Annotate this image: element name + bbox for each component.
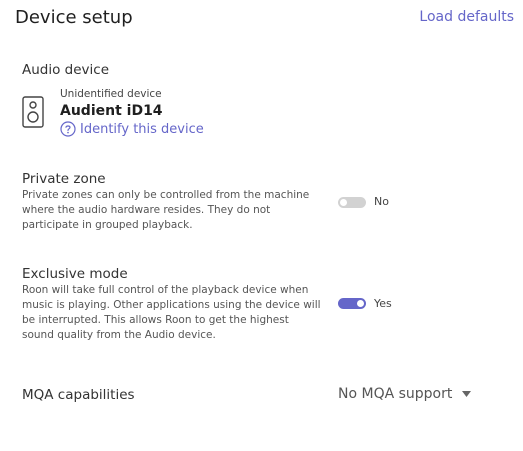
exclusive-mode-description: Roon will take full control of the playb… xyxy=(22,283,322,343)
description-line: music is playing. Other applications usi… xyxy=(22,299,321,311)
audio-device-label: Audio device xyxy=(22,62,110,78)
toggle-knob xyxy=(340,199,347,206)
private-zone-value: No xyxy=(374,195,389,208)
mqa-selected-value: No MQA support xyxy=(338,386,453,402)
identify-device-link[interactable]: Identify this device xyxy=(60,121,204,137)
caret-down-icon xyxy=(462,391,472,397)
page-title: Device setup xyxy=(15,7,133,28)
exclusive-mode-toggle[interactable] xyxy=(338,298,366,309)
private-zone-label: Private zone xyxy=(22,171,106,187)
mqa-capabilities-label: MQA capabilities xyxy=(22,387,135,403)
device-setup-page: Device setup Load defaults Audio device … xyxy=(0,0,523,451)
load-defaults-button[interactable]: Load defaults xyxy=(419,9,514,25)
question-circle-icon xyxy=(60,121,76,137)
exclusive-mode-value: Yes xyxy=(374,297,392,310)
exclusive-mode-label: Exclusive mode xyxy=(22,266,128,282)
description-line: participate in grouped playback. xyxy=(22,219,193,231)
toggle-knob xyxy=(357,300,364,307)
identify-device-label: Identify this device xyxy=(80,121,204,137)
description-line: be interrupted. This allows Roon to get … xyxy=(22,314,289,326)
description-line: where the audio hardware resides. They d… xyxy=(22,204,271,216)
device-name: Audient iD14 xyxy=(60,103,163,119)
description-line: Private zones can only be controlled fro… xyxy=(22,189,310,201)
mqa-capabilities-dropdown[interactable]: No MQA support xyxy=(338,386,472,402)
device-status: Unidentified device xyxy=(60,88,162,100)
description-line: Roon will take full control of the playb… xyxy=(22,284,309,296)
private-zone-toggle[interactable] xyxy=(338,197,366,208)
private-zone-description: Private zones can only be controlled fro… xyxy=(22,188,322,233)
description-line: sound quality from the Audio device. xyxy=(22,329,216,341)
speaker-icon xyxy=(22,96,44,128)
